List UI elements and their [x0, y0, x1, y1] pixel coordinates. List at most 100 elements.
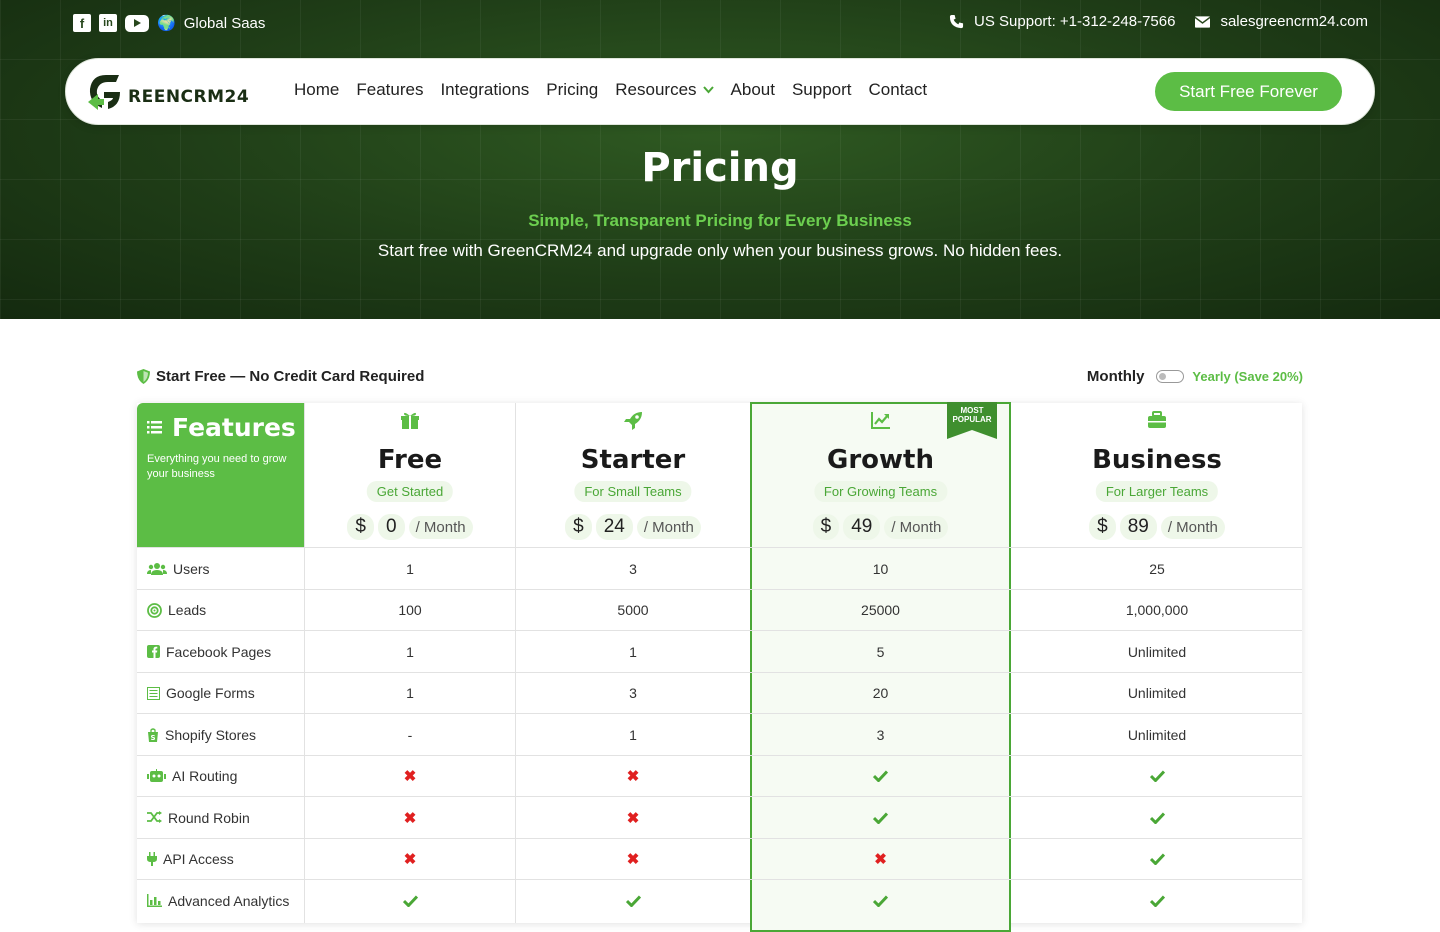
value-cell: 25 [1149, 560, 1165, 577]
shopify-icon: S [147, 727, 159, 742]
social-links: f in 🌍 Global Saas [73, 14, 265, 32]
value-cell: 3 [876, 726, 885, 743]
cross-icon: ✖ [874, 851, 887, 868]
value-cell: Unlimited [1127, 685, 1187, 701]
facebook-icon[interactable]: f [73, 14, 91, 32]
table-row: API Access ✖ ✖ ✖ [137, 837, 1302, 880]
check-icon [1012, 797, 1302, 838]
region-label[interactable]: Global Saas [184, 15, 266, 32]
price-value: 24 [595, 514, 633, 540]
linkedin-icon[interactable]: in [99, 14, 117, 32]
value-cell: 1 [406, 643, 414, 660]
form-icon [147, 686, 160, 700]
yearly-label[interactable]: Yearly (Save 20%) [1192, 369, 1303, 384]
nav-resources[interactable]: Resources [615, 80, 714, 100]
value-cell: 1 [406, 560, 414, 577]
value-cell: 1 [629, 643, 637, 660]
billing-toggle-group: Monthly Yearly (Save 20%) [1087, 368, 1303, 385]
price-value: 89 [1119, 514, 1157, 540]
plan-tag: For Larger Teams [1095, 481, 1219, 502]
gift-icon [401, 412, 419, 429]
table-row: S Shopify Stores - 1 3 Unlimited [137, 713, 1302, 755]
table-row: Google Forms 1 3 20 Unlimited [137, 671, 1302, 714]
check-icon [1012, 880, 1302, 921]
nav-about[interactable]: About [731, 80, 775, 100]
pricing-table: Features Everything you need to grow you… [137, 402, 1302, 932]
price-period: / Month [636, 515, 701, 539]
nav-support[interactable]: Support [792, 80, 852, 100]
cross-icon: ✖ [403, 809, 417, 827]
cross-icon: ✖ [626, 809, 640, 827]
table-row: AI Routing ✖ ✖ [137, 754, 1302, 797]
features-title: Features [172, 413, 296, 442]
cross-icon: ✖ [403, 768, 417, 785]
logo-text: REENCRM24 [128, 87, 250, 107]
currency: $ [1089, 514, 1116, 540]
cross-icon: ✖ [626, 851, 640, 868]
logo-mark-icon [86, 72, 124, 112]
plan-name: Growth [827, 445, 934, 475]
feature-name-cell: AI Routing [137, 756, 304, 797]
globe-icon: 🌍 [157, 15, 176, 32]
chart-bar-icon [147, 894, 162, 907]
cross-icon: ✖ [626, 768, 640, 785]
feature-name-cell: API Access [137, 839, 304, 880]
email-link[interactable]: salesgreencrm24.com [1220, 13, 1368, 30]
free-note-text: Start Free — No Credit Card Required [156, 368, 425, 385]
price-period: / Month [1160, 515, 1225, 539]
table-row: Facebook Pages 1 1 5 Unlimited [137, 630, 1302, 672]
plan-price: $ 0 / Month [305, 514, 515, 540]
value-cell: 5 [876, 643, 885, 660]
value-cell: Unlimited [1127, 643, 1187, 660]
nav-contact[interactable]: Contact [869, 80, 928, 100]
check-icon [751, 756, 1010, 797]
youtube-icon[interactable] [125, 14, 149, 32]
feature-label: Round Robin [168, 809, 250, 826]
currency: $ [347, 514, 374, 540]
price-period: / Month [408, 515, 473, 539]
check-icon [751, 880, 1010, 921]
cross-icon: ✖ [403, 851, 417, 868]
list-icon [147, 421, 162, 434]
feature-name-cell: Round Robin [137, 797, 304, 838]
plan-starter: Starter For Small Teams $ 24 / Month [516, 403, 750, 547]
facebook-icon [147, 645, 160, 658]
billing-switch[interactable] [1156, 370, 1185, 383]
value-cell: 1 [629, 726, 637, 743]
table-row: Advanced Analytics [137, 879, 1302, 921]
value-cell: Unlimited [1127, 726, 1187, 743]
check-icon [305, 880, 515, 921]
plan-name: Starter [580, 445, 686, 475]
feature-label: AI Routing [172, 768, 238, 784]
phone-link[interactable]: US Support: +1-312-248-7566 [974, 13, 1175, 30]
shield-icon [137, 369, 150, 384]
table-row: Leads 100 5000 25000 1,000,000 [137, 588, 1302, 631]
nav-home[interactable]: Home [294, 80, 339, 100]
page-title: Pricing [641, 145, 799, 191]
plan-price: $ 24 / Month [516, 514, 750, 540]
nav-integrations[interactable]: Integrations [440, 80, 529, 100]
price-period: / Month [884, 515, 949, 539]
nav-pricing[interactable]: Pricing [546, 80, 598, 100]
feature-name-cell: Facebook Pages [137, 631, 304, 672]
chevron-down-icon [702, 86, 714, 94]
price-value: 49 [843, 514, 881, 540]
plan-business: Business For Larger Teams $ 89 / Month [1012, 403, 1302, 547]
plan-free: Free Get Started $ 0 / Month [305, 403, 515, 547]
check-icon [751, 797, 1010, 838]
nav-features[interactable]: Features [356, 80, 423, 100]
ribbon-text: MOST POPULAR [952, 406, 992, 424]
value-cell: 100 [398, 602, 422, 618]
briefcase-icon [1148, 411, 1166, 428]
monthly-label[interactable]: Monthly [1087, 368, 1145, 385]
plan-tag: Get Started [366, 481, 454, 502]
feature-label: Facebook Pages [166, 643, 272, 660]
logo[interactable]: REENCRM24 [86, 72, 249, 112]
price-value: 0 [377, 514, 405, 540]
feature-name-cell: S Shopify Stores [137, 714, 304, 755]
value-cell: 5000 [617, 602, 649, 618]
feature-label: Google Forms [166, 685, 255, 701]
start-free-button[interactable]: Start Free Forever [1155, 72, 1342, 111]
value-cell: 10 [872, 560, 889, 577]
check-icon [1012, 839, 1302, 880]
